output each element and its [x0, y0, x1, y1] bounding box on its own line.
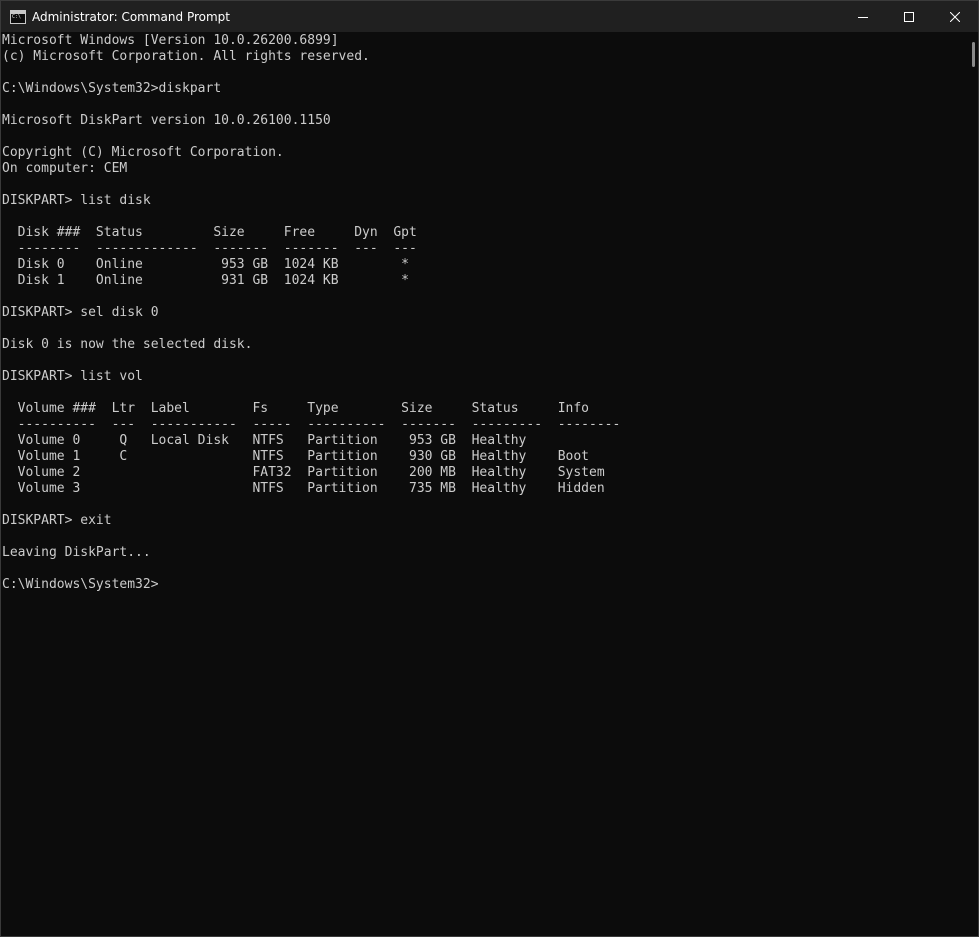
console-line: Volume 3 NTFS Partition 735 MB Healthy H…: [2, 481, 605, 496]
console-line: -------- ------------- ------- ------- -…: [2, 241, 417, 256]
console-line: C:\Windows\System32>: [2, 577, 159, 592]
console-line: C:\Windows\System32>diskpart: [2, 81, 222, 96]
console-line: Volume 1 C NTFS Partition 930 GB Healthy…: [2, 449, 589, 464]
window-controls: [840, 1, 978, 32]
close-icon: [950, 11, 960, 22]
console-text[interactable]: Microsoft Windows [Version 10.0.26200.68…: [2, 33, 962, 593]
console-line: DISKPART> sel disk 0: [2, 305, 159, 320]
maximize-button[interactable]: [886, 1, 932, 32]
console-line: Volume 2 FAT32 Partition 200 MB Healthy …: [2, 465, 605, 480]
console-line: DISKPART> list disk: [2, 193, 151, 208]
console-line: ---------- --- ----------- ----- -------…: [2, 417, 621, 432]
console-line: Disk 0 is now the selected disk.: [2, 337, 253, 352]
console-line: Disk ### Status Size Free Dyn Gpt: [2, 225, 417, 240]
scrollbar-thumb[interactable]: [972, 42, 975, 67]
maximize-icon: [904, 11, 914, 22]
command-prompt-icon[interactable]: [10, 9, 26, 24]
console-line: Disk 0 Online 953 GB 1024 KB *: [2, 257, 409, 272]
minimize-icon: [858, 12, 868, 22]
console-output[interactable]: Microsoft Windows [Version 10.0.26200.68…: [2, 33, 962, 933]
window-title: Administrator: Command Prompt: [32, 9, 230, 24]
console-line: Leaving DiskPart...: [2, 545, 151, 560]
close-button[interactable]: [932, 1, 978, 32]
console-line: Copyright (C) Microsoft Corporation.: [2, 145, 284, 160]
console-line: Microsoft DiskPart version 10.0.26100.11…: [2, 113, 331, 128]
console-line: Volume 0 Q Local Disk NTFS Partition 953…: [2, 433, 527, 448]
console-line: Disk 1 Online 931 GB 1024 KB *: [2, 273, 409, 288]
console-line: (c) Microsoft Corporation. All rights re…: [2, 49, 370, 64]
console-line: DISKPART> exit: [2, 513, 112, 528]
minimize-button[interactable]: [840, 1, 886, 32]
console-line: On computer: CEM: [2, 161, 128, 176]
title-bar[interactable]: Administrator: Command Prompt: [1, 1, 978, 32]
console-line: Volume ### Ltr Label Fs Type Size Status…: [2, 401, 589, 416]
console-line: Microsoft Windows [Version 10.0.26200.68…: [2, 33, 339, 48]
vertical-scrollbar[interactable]: [964, 32, 978, 936]
command-prompt-window: Administrator: Command Prompt Microsoft …: [0, 0, 979, 937]
console-line: DISKPART> list vol: [2, 369, 143, 384]
